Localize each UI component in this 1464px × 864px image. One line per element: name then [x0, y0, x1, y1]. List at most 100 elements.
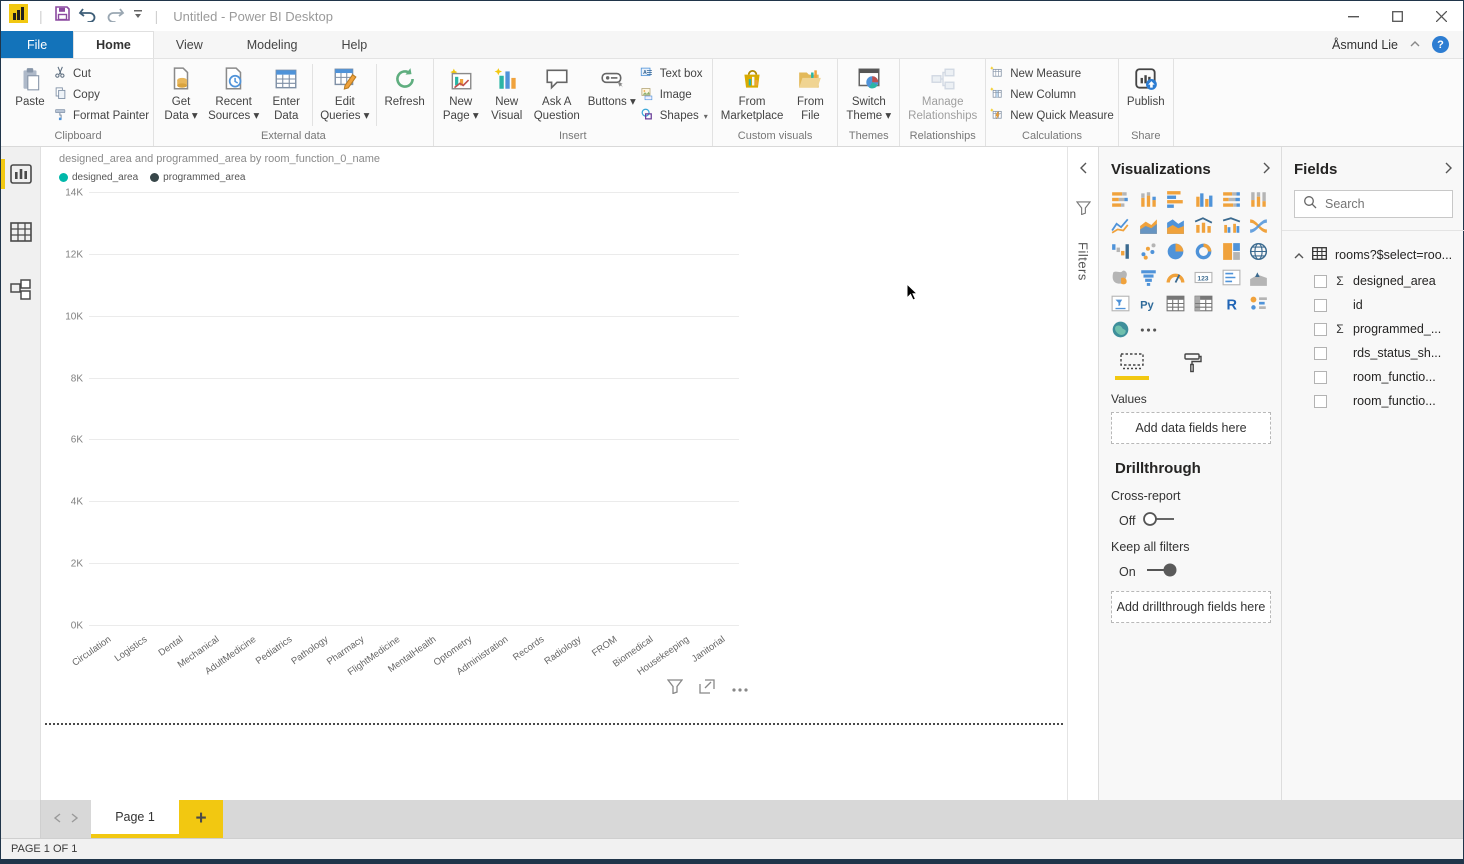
new-page-button[interactable]: + — [179, 800, 223, 838]
field-checkbox[interactable] — [1314, 299, 1327, 312]
collapse-fields-icon[interactable] — [1445, 162, 1453, 177]
field-row-designed-area[interactable]: Σdesigned_area — [1294, 269, 1453, 293]
field-row-room-functio[interactable]: room_functio... — [1294, 365, 1453, 389]
more-options-icon[interactable] — [1139, 320, 1158, 339]
arcgis-map-icon[interactable] — [1111, 320, 1130, 339]
collapse-table-icon[interactable] — [1294, 248, 1304, 262]
report-view-button[interactable] — [4, 159, 38, 189]
focus-mode-icon[interactable] — [699, 679, 715, 699]
filter-icon[interactable] — [667, 679, 683, 699]
field-row-room-functio[interactable]: room_functio... — [1294, 389, 1453, 413]
ribbon-button-shapes[interactable]: Shapes▾ — [640, 107, 708, 125]
model-view-button[interactable] — [4, 275, 38, 305]
field-row-rds-status-sh[interactable]: rds_status_sh... — [1294, 341, 1453, 365]
undo-button[interactable] — [78, 6, 98, 27]
bar-chart-visual[interactable]: designed_area and programmed_area by roo… — [51, 149, 749, 673]
ribbon-button-refresh[interactable]: Refresh — [380, 62, 428, 112]
minimize-button[interactable] — [1331, 1, 1375, 31]
ribbon-button-text-box[interactable]: AText box — [640, 65, 708, 83]
table-icon[interactable] — [1166, 294, 1185, 313]
ribbon-button-from-marketplace[interactable]: From Marketplace — [717, 62, 788, 126]
line-chart-icon[interactable] — [1111, 216, 1130, 235]
field-checkbox[interactable] — [1314, 275, 1327, 288]
ribbon-button-format-painter[interactable]: Format Painter — [53, 107, 149, 125]
expand-filters-icon[interactable] — [1079, 161, 1088, 179]
line-and-clustered-column-chart-icon[interactable] — [1222, 216, 1241, 235]
ribbon-button-publish[interactable]: Publish — [1123, 62, 1169, 112]
100-stacked-bar-chart-icon[interactable] — [1222, 190, 1241, 209]
map-icon[interactable] — [1249, 242, 1268, 261]
key-influencers-icon[interactable] — [1249, 294, 1268, 313]
gauge-icon[interactable] — [1166, 268, 1185, 287]
field-checkbox[interactable] — [1314, 323, 1327, 336]
100-stacked-column-chart-icon[interactable] — [1249, 190, 1268, 209]
waterfall-chart-icon[interactable] — [1111, 242, 1130, 261]
filled-map-icon[interactable] — [1111, 268, 1130, 287]
area-chart-icon[interactable] — [1139, 216, 1158, 235]
add-data-fields-well[interactable]: Add data fields here — [1111, 412, 1271, 444]
values-tab[interactable] — [1115, 353, 1149, 382]
ribbon-button-buttons[interactable]: Buttons ▾ — [584, 62, 640, 112]
scatter-chart-icon[interactable] — [1139, 242, 1158, 261]
pie-chart-icon[interactable] — [1166, 242, 1185, 261]
ribbon-button-cut[interactable]: Cut — [53, 65, 149, 83]
tab-file[interactable]: File — [1, 31, 73, 58]
save-button[interactable] — [54, 5, 71, 27]
multi-row-card-icon[interactable] — [1222, 268, 1241, 287]
ribbon-button-edit-queries[interactable]: Edit Queries ▾ — [316, 62, 373, 126]
table-row-rooms[interactable]: rooms?$select=roo... — [1294, 241, 1453, 269]
maximize-button[interactable] — [1375, 1, 1419, 31]
tab-view[interactable]: View — [154, 31, 225, 58]
toolbar-options-button[interactable] — [132, 7, 144, 25]
line-and-stacked-column-chart-icon[interactable] — [1194, 216, 1213, 235]
stacked-area-chart-icon[interactable] — [1166, 216, 1185, 235]
ribbon-button-from-file[interactable]: From File — [787, 62, 833, 126]
ribbon-button-new-page[interactable]: New Page ▾ — [438, 62, 484, 126]
search-input[interactable] — [1325, 197, 1435, 211]
funnel-icon[interactable] — [1139, 268, 1158, 287]
tab-home[interactable]: Home — [73, 31, 154, 58]
report-canvas[interactable]: designed_area and programmed_area by roo… — [41, 147, 1067, 800]
ribbon-button-new-column[interactable]: New Column — [990, 86, 1114, 104]
clustered-column-chart-icon[interactable] — [1194, 190, 1213, 209]
python-visual-icon[interactable]: Py — [1139, 294, 1158, 313]
donut-chart-icon[interactable] — [1194, 242, 1213, 261]
ribbon-button-new-measure[interactable]: New Measure — [990, 65, 1114, 83]
field-checkbox[interactable] — [1314, 395, 1327, 408]
user-name[interactable]: Åsmund Lie — [1332, 38, 1398, 52]
next-page-icon[interactable] — [71, 812, 79, 826]
more-options-icon[interactable] — [731, 680, 749, 698]
ribbon-button-recent-sources[interactable]: Recent Sources ▾ — [204, 62, 263, 126]
card-icon[interactable]: 123 — [1194, 268, 1213, 287]
clustered-bar-chart-icon[interactable] — [1166, 190, 1185, 209]
page-tab-1[interactable]: Page 1 — [91, 800, 179, 838]
ribbon-button-get-data[interactable]: Get Data ▾ — [158, 62, 204, 126]
ribbon-button-new-visual[interactable]: New Visual — [484, 62, 530, 126]
tab-help[interactable]: Help — [320, 31, 390, 58]
field-row-id[interactable]: id — [1294, 293, 1453, 317]
ribbon-button-new-quick-measure[interactable]: New Quick Measure — [990, 107, 1114, 125]
format-tab[interactable] — [1175, 353, 1209, 382]
collapse-visualizations-icon[interactable] — [1263, 162, 1271, 177]
treemap-icon[interactable] — [1222, 242, 1241, 261]
ribbon-chart-icon[interactable] — [1249, 216, 1268, 235]
keep-all-filters-toggle[interactable] — [1143, 562, 1179, 581]
close-button[interactable] — [1419, 1, 1463, 31]
ribbon-button-ask-a-question[interactable]: Ask A Question — [530, 62, 584, 126]
field-row-programmed[interactable]: Σprogrammed_... — [1294, 317, 1453, 341]
ribbon-button-switch-theme[interactable]: Switch Theme ▾ — [842, 62, 895, 126]
ribbon-button-image[interactable]: Image — [640, 86, 708, 104]
matrix-icon[interactable] — [1194, 294, 1213, 313]
kpi-icon[interactable]: ▲ — [1249, 268, 1268, 287]
help-icon[interactable]: ? — [1432, 36, 1449, 53]
stacked-bar-chart-icon[interactable] — [1111, 190, 1130, 209]
cross-report-toggle[interactable] — [1142, 511, 1178, 530]
tab-modeling[interactable]: Modeling — [225, 31, 320, 58]
stacked-column-chart-icon[interactable] — [1139, 190, 1158, 209]
add-drillthrough-fields-well[interactable]: Add drillthrough fields here — [1111, 591, 1271, 623]
slicer-icon[interactable] — [1111, 294, 1130, 313]
field-checkbox[interactable] — [1314, 371, 1327, 384]
prev-page-icon[interactable] — [53, 812, 61, 826]
ribbon-button-enter-data[interactable]: Enter Data — [263, 62, 309, 126]
data-view-button[interactable] — [4, 217, 38, 247]
